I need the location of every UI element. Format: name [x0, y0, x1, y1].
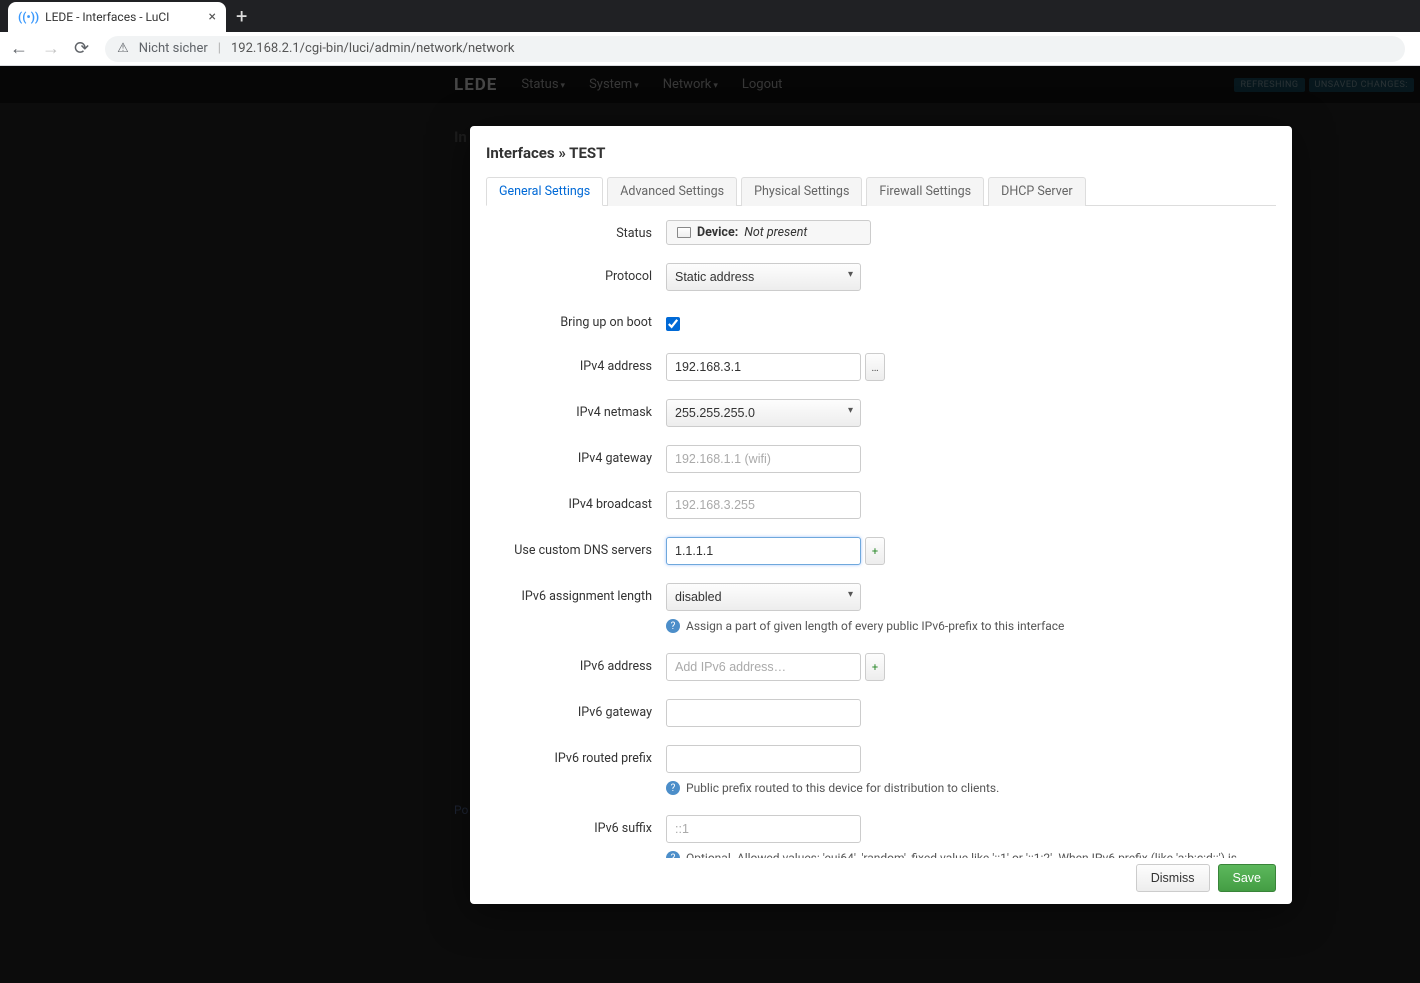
modal-tabs: General Settings Advanced Settings Physi… — [486, 176, 1276, 206]
interface-modal: Interfaces » TEST General Settings Advan… — [470, 126, 1292, 904]
dns-input[interactable] — [666, 537, 861, 565]
tab-title: LEDE - Interfaces - LuCI — [45, 10, 202, 24]
ipv4-address-more-button[interactable]: … — [865, 353, 885, 381]
bringup-label: Bring up on boot — [486, 309, 666, 330]
tab-general-settings[interactable]: General Settings — [486, 177, 603, 206]
ipv4-address-label: IPv4 address — [486, 353, 666, 374]
url-field[interactable]: ⚠ Nicht sicher | 192.168.2.1/cgi-bin/luc… — [105, 36, 1405, 62]
dismiss-button[interactable]: Dismiss — [1136, 864, 1210, 892]
save-button[interactable]: Save — [1218, 864, 1277, 892]
ipv6-address-add-button[interactable]: + — [865, 653, 885, 681]
ipv6-gateway-input[interactable] — [666, 699, 861, 727]
address-bar: ← → ⟳ ⚠ Nicht sicher | 192.168.2.1/cgi-b… — [0, 32, 1420, 66]
ipv4-broadcast-label: IPv4 broadcast — [486, 491, 666, 512]
ipv4-broadcast-input[interactable] — [666, 491, 861, 519]
help-icon: ? — [666, 781, 680, 795]
interface-icon — [677, 227, 691, 238]
browser-tab-strip: ((•)) LEDE - Interfaces - LuCI × + — [0, 0, 1420, 32]
ipv6-length-select[interactable]: disabled — [666, 583, 861, 611]
ipv4-netmask-select[interactable]: 255.255.255.0 — [666, 399, 861, 427]
ipv6-gateway-label: IPv6 gateway — [486, 699, 666, 720]
ipv6-length-hint: ? Assign a part of given length of every… — [666, 617, 1276, 635]
ipv6-address-label: IPv6 address — [486, 653, 666, 674]
dns-label: Use custom DNS servers — [486, 537, 666, 558]
tab-firewall-settings[interactable]: Firewall Settings — [866, 177, 984, 206]
tab-dhcp-server[interactable]: DHCP Server — [988, 177, 1085, 206]
help-icon: ? — [666, 851, 680, 858]
ipv4-netmask-label: IPv4 netmask — [486, 399, 666, 420]
protocol-select[interactable]: Static address — [666, 263, 861, 291]
security-label: Nicht sicher — [139, 41, 208, 56]
ipv6-suffix-label: IPv6 suffix — [486, 815, 666, 836]
back-icon[interactable]: ← — [10, 38, 28, 59]
url-text: 192.168.2.1/cgi-bin/luci/admin/network/n… — [231, 41, 515, 56]
ipv6-length-label: IPv6 assignment length — [486, 583, 666, 604]
ipv6-prefix-input[interactable] — [666, 745, 861, 773]
status-box: Device: Not present — [666, 220, 871, 245]
modal-title: Interfaces » TEST — [486, 144, 1276, 162]
ipv6-prefix-label: IPv6 routed prefix — [486, 745, 666, 766]
ipv6-suffix-hint: ? Optional. Allowed values: 'eui64', 'ra… — [666, 849, 1276, 858]
ipv4-gateway-label: IPv4 gateway — [486, 445, 666, 466]
ipv6-address-input[interactable] — [666, 653, 861, 681]
browser-tab[interactable]: ((•)) LEDE - Interfaces - LuCI × — [8, 2, 226, 32]
bringup-checkbox[interactable] — [666, 317, 680, 331]
tab-advanced-settings[interactable]: Advanced Settings — [607, 177, 737, 206]
ipv4-gateway-input[interactable] — [666, 445, 861, 473]
forward-icon: → — [42, 38, 60, 59]
tab-physical-settings[interactable]: Physical Settings — [741, 177, 862, 206]
ipv6-suffix-input[interactable] — [666, 815, 861, 843]
close-icon[interactable]: × — [209, 9, 216, 25]
signal-icon: ((•)) — [18, 10, 39, 24]
status-label: Status — [486, 220, 666, 241]
protocol-label: Protocol — [486, 263, 666, 284]
ipv4-address-input[interactable] — [666, 353, 861, 381]
ipv6-prefix-hint: ? Public prefix routed to this device fo… — [666, 779, 1276, 797]
reload-icon[interactable]: ⟳ — [74, 38, 89, 59]
help-icon: ? — [666, 619, 680, 633]
new-tab-button[interactable]: + — [236, 6, 247, 26]
dns-add-button[interactable]: + — [865, 537, 885, 565]
warning-icon: ⚠ — [117, 41, 129, 56]
